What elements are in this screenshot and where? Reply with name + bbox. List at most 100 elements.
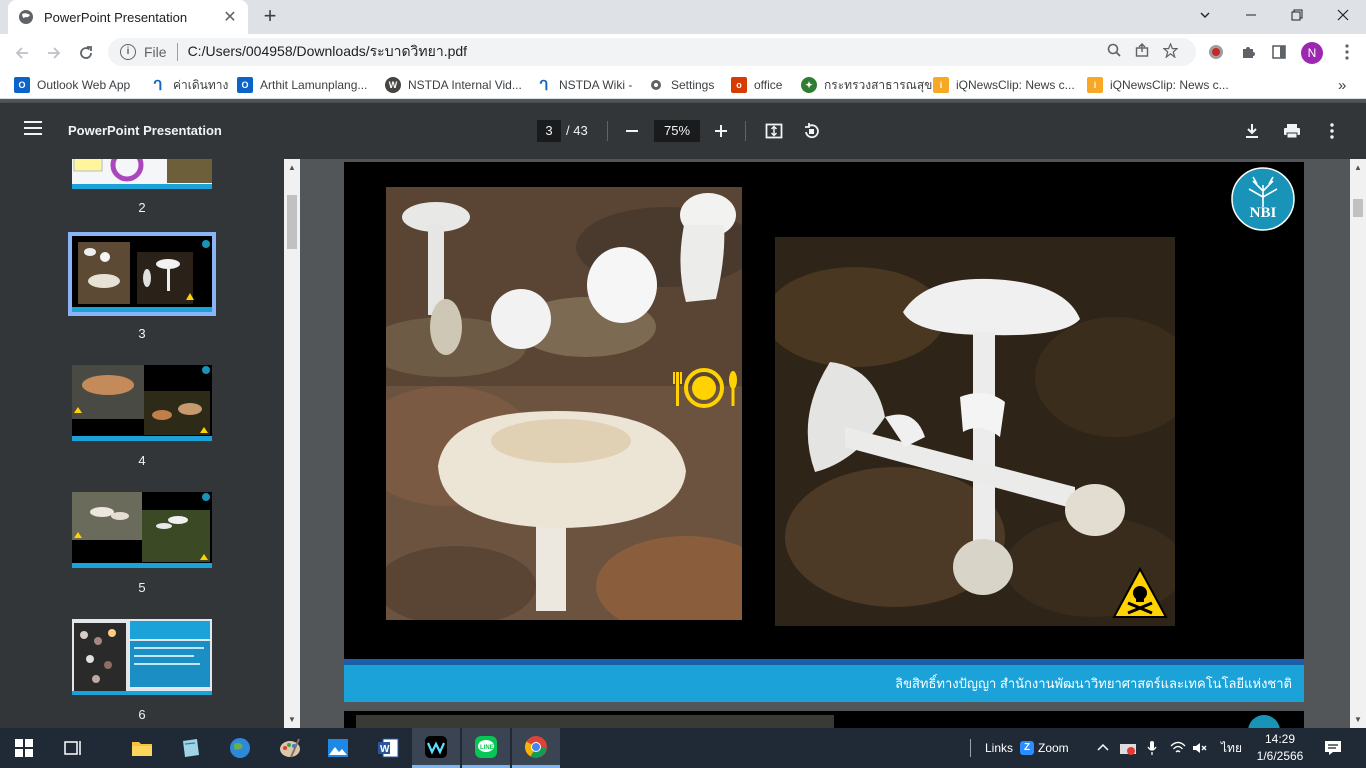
bookmarks-bar: O Outlook Web App ᒉ ค่าเดินทาง O Arthit …	[0, 71, 1366, 99]
back-icon[interactable]	[8, 39, 36, 67]
zoom-out-icon[interactable]	[620, 119, 644, 143]
page-number-input[interactable]: 3	[537, 120, 561, 142]
bookmark-label: Arthit Lamunplang...	[260, 78, 368, 92]
nstda-icon: ᒉ	[153, 76, 163, 93]
bookmark-item[interactable]: Settings	[648, 75, 714, 95]
input-language[interactable]: ไทย	[1221, 728, 1242, 768]
download-icon[interactable]	[1240, 119, 1264, 143]
sidebar-menu-icon[interactable]	[24, 121, 42, 135]
page-thumbnail[interactable]	[72, 365, 212, 441]
network-icon[interactable]	[1170, 728, 1186, 768]
thumbnail-number: 4	[138, 453, 146, 468]
clock-time: 14:29	[1264, 732, 1296, 746]
browser-tabstrip: PowerPoint Presentation ✕ +	[0, 0, 1366, 34]
page-thumbnail[interactable]	[72, 492, 212, 568]
bookmark-label: ค่าเดินทาง	[173, 77, 229, 92]
bookmark-item[interactable]: i iQNewsClip: News c...	[1087, 75, 1229, 95]
edible-plate-icon	[672, 366, 742, 410]
forward-icon[interactable]	[40, 39, 68, 67]
chrome-app-icon[interactable]	[512, 728, 560, 768]
rotate-icon[interactable]	[799, 119, 823, 143]
windows-taskbar: W LINE Links Z Zoom ไทย 14:29 1/6/2566	[0, 728, 1366, 768]
bookmarks-overflow-button[interactable]: »	[1338, 75, 1346, 95]
main-scroll-thumb[interactable]	[1353, 199, 1363, 217]
chrome-menu-icon[interactable]	[1335, 40, 1359, 64]
zoom-app-icon: Z	[1020, 741, 1034, 755]
page-thumbnail[interactable]	[72, 619, 212, 695]
photos-app-icon[interactable]	[314, 728, 362, 768]
fit-to-page-icon[interactable]	[762, 119, 786, 143]
file-explorer-icon[interactable]	[118, 728, 166, 768]
scroll-up-icon[interactable]: ▲	[288, 163, 296, 172]
address-bar[interactable]: i File C:/Users/004958/Downloads/ระบาดวิ…	[108, 38, 1196, 66]
scroll-up-icon[interactable]: ▲	[1354, 163, 1362, 172]
page-thumbnail[interactable]	[72, 159, 212, 189]
sidebar-scrollbar[interactable]: ▲ ▼	[284, 159, 300, 728]
extensions-puzzle-icon[interactable]	[1236, 40, 1260, 64]
webex-app-icon[interactable]	[412, 728, 460, 768]
restore-icon[interactable]	[1274, 0, 1320, 30]
toolbar-divider	[607, 121, 608, 141]
share-icon[interactable]	[1128, 43, 1156, 61]
windows-start-icon[interactable]	[0, 728, 48, 768]
extension-shield-icon[interactable]	[1204, 40, 1228, 64]
zoom-level-input[interactable]: 75%	[654, 120, 700, 142]
bookmark-item[interactable]: ᒉ NSTDA Wiki -	[536, 75, 633, 95]
notifications-icon[interactable]	[1324, 728, 1342, 768]
page-total: / 43	[566, 123, 588, 138]
line-app-icon[interactable]: LINE	[462, 728, 510, 768]
bookmark-item[interactable]: ✦ กระทรวงสาธารณสุข	[801, 75, 932, 95]
zoom-in-icon[interactable]	[709, 119, 733, 143]
bookmark-item[interactable]: O Outlook Web App	[14, 75, 130, 95]
task-view-icon[interactable]	[48, 728, 96, 768]
bookmark-star-icon[interactable]	[1156, 41, 1184, 62]
nbi-logo-text: NBI	[1249, 205, 1277, 221]
volume-muted-icon[interactable]	[1192, 728, 1208, 768]
pdf-viewport: NBI ลิขสิทธิ์ทางปัญญา สำนักงานพัฒนาวิทยา…	[300, 159, 1350, 728]
minimize-icon[interactable]	[1228, 0, 1274, 30]
bookmark-label: office	[754, 78, 783, 92]
microphone-icon[interactable]	[1146, 728, 1158, 768]
word-app-icon[interactable]: W	[364, 728, 412, 768]
bookmark-label: กระทรวงสาธารณสุข	[824, 77, 933, 92]
pdf-title: PowerPoint Presentation	[68, 123, 222, 138]
bookmark-item[interactable]: o office	[731, 75, 782, 95]
page-thumbnail-selected[interactable]	[68, 232, 216, 316]
office-icon: o	[731, 77, 747, 93]
system-clock[interactable]: 14:29 1/6/2566	[1250, 731, 1310, 765]
browser-tab[interactable]: PowerPoint Presentation ✕	[8, 0, 248, 34]
browser-toolbar: i File C:/Users/004958/Downloads/ระบาดวิ…	[0, 34, 1366, 71]
profile-avatar[interactable]: N	[1301, 42, 1323, 64]
tab-close-icon[interactable]: ✕	[222, 7, 238, 27]
antivirus-icon[interactable]	[1119, 728, 1137, 768]
tray-overflow-icon[interactable]	[1097, 728, 1109, 768]
nbi-logo: NBI	[1231, 167, 1295, 231]
zoom-tray-item[interactable]: Z Zoom	[1020, 728, 1069, 768]
globe-icon	[18, 9, 34, 25]
url-text[interactable]: C:/Users/004958/Downloads/ระบาดวิทยา.pdf	[188, 41, 1100, 63]
reload-icon[interactable]	[72, 39, 100, 67]
scroll-down-icon[interactable]: ▼	[288, 715, 296, 724]
new-tab-button[interactable]: +	[258, 5, 282, 29]
tab-search-icon[interactable]	[1182, 0, 1228, 30]
paint-app-icon[interactable]	[266, 728, 314, 768]
globe-app-icon[interactable]	[216, 728, 264, 768]
pdf-next-page	[344, 711, 1304, 728]
print-icon[interactable]	[1280, 119, 1304, 143]
sidebar-scroll-thumb[interactable]	[287, 195, 297, 249]
more-options-icon[interactable]	[1320, 119, 1344, 143]
scroll-down-icon[interactable]: ▼	[1354, 715, 1362, 724]
zoom-search-icon[interactable]	[1100, 43, 1128, 61]
bookmark-item[interactable]: i iQNewsClip: News c...	[933, 75, 1075, 95]
tab-title: PowerPoint Presentation	[44, 9, 188, 25]
mushroom-photo-top-left	[386, 187, 742, 386]
bookmark-item[interactable]: ᒉ ค่าเดินทาง	[150, 75, 229, 95]
notes-app-icon[interactable]	[166, 728, 214, 768]
bookmark-item[interactable]: O Arthit Lamunplang...	[237, 75, 367, 95]
links-toolbar[interactable]: Links	[985, 728, 1013, 768]
bookmark-item[interactable]: W NSTDA Internal Vid...	[385, 75, 522, 95]
side-panel-icon[interactable]	[1267, 40, 1291, 64]
main-scrollbar[interactable]: ▲ ▼	[1350, 159, 1366, 728]
close-window-icon[interactable]	[1320, 0, 1366, 30]
site-info-icon[interactable]: i	[120, 44, 136, 60]
